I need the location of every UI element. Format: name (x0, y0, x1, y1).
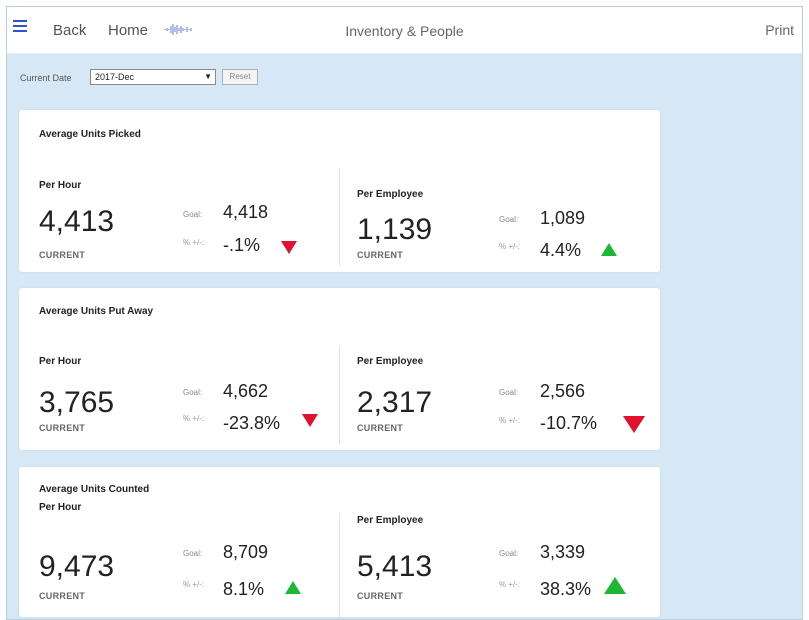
current-date-label: Current Date (20, 73, 72, 83)
per-employee-pct-value: 4.4% (540, 240, 582, 260)
pct-change-label: % +/-: (499, 242, 521, 251)
current-label: CURRENT (357, 250, 404, 260)
current-label: CURRENT (39, 250, 86, 260)
per-employee-goal-value: 3,339 (540, 542, 586, 562)
per-employee-current-value: 2,317 (357, 386, 433, 419)
per-employee-goal-value: 2,566 (540, 381, 586, 401)
pct-change-label: % +/-: (499, 580, 521, 589)
per-employee-current-value: 5,413 (357, 550, 433, 583)
per-hour-label: Per Hour (39, 356, 82, 367)
per-employee-label: Per Employee (357, 515, 424, 526)
dropdown-arrow-icon: ▼ (204, 72, 212, 81)
goal-label: Goal: (499, 549, 519, 558)
page-title: Inventory & People (345, 23, 464, 39)
card-title: Average Units Counted (39, 484, 150, 495)
per-employee-label: Per Employee (357, 189, 424, 200)
kpi-card-put-away: Average Units Put Away Per Hour 3,765 CU… (19, 288, 660, 450)
kpi-card-picked: Average Units Picked Per Hour 4,413 CURR… (19, 110, 660, 272)
card-divider (339, 346, 340, 444)
per-hour-label: Per Hour (39, 502, 82, 513)
date-select-value: 2017-Dec (95, 72, 135, 82)
goal-label: Goal: (499, 215, 519, 224)
per-employee-current-value: 1,139 (357, 213, 433, 246)
top-bar: Back Home Inventory & People Print (7, 7, 802, 54)
per-employee-goal-value: 1,089 (540, 208, 586, 228)
per-hour-pct-value: -.1% (223, 235, 261, 255)
reset-button[interactable]: Reset (222, 69, 258, 85)
pct-change-label: % +/-: (183, 580, 205, 589)
trend-arrow-icon (302, 414, 318, 427)
per-employee-label: Per Employee (357, 356, 424, 367)
per-hour-pct-value: -23.8% (223, 413, 281, 433)
trend-arrow-icon (604, 577, 626, 594)
card-title: Average Units Put Away (39, 306, 154, 317)
per-hour-current-value: 3,765 (39, 386, 115, 419)
per-hour-goal-value: 4,418 (223, 202, 269, 222)
pct-change-label: % +/-: (183, 414, 205, 423)
kpi-card-counted: Average Units Counted Per Hour 9,473 CUR… (19, 467, 660, 617)
pct-change-label: % +/-: (499, 416, 521, 425)
trend-arrow-icon (285, 581, 301, 594)
trend-arrow-icon (623, 416, 645, 433)
print-button[interactable]: Print (765, 22, 794, 38)
current-label: CURRENT (357, 591, 404, 601)
trend-arrow-icon (601, 243, 617, 256)
goal-label: Goal: (183, 210, 203, 219)
per-employee-pct-value: 38.3% (540, 579, 592, 599)
goal-label: Goal: (499, 388, 519, 397)
date-select[interactable]: 2017-Dec ▼ (90, 69, 216, 85)
current-label: CURRENT (39, 423, 86, 433)
card-divider (339, 168, 340, 266)
per-hour-goal-value: 8,709 (223, 542, 269, 562)
goal-label: Goal: (183, 388, 203, 397)
per-hour-goal-value: 4,662 (223, 381, 269, 401)
per-hour-current-value: 4,413 (39, 205, 115, 238)
card-divider (339, 513, 340, 617)
per-hour-label: Per Hour (39, 180, 82, 191)
pct-change-label: % +/-: (183, 238, 205, 247)
card-title: Average Units Picked (39, 129, 141, 140)
goal-label: Goal: (183, 549, 203, 558)
per-hour-pct-value: 8.1% (223, 579, 265, 599)
app-frame: Back Home Inventory & People Print Curre… (6, 6, 803, 620)
per-employee-pct-value: -10.7% (540, 413, 598, 433)
current-label: CURRENT (39, 591, 86, 601)
trend-arrow-icon (281, 241, 297, 254)
current-label: CURRENT (357, 423, 404, 433)
per-hour-current-value: 9,473 (39, 550, 115, 583)
